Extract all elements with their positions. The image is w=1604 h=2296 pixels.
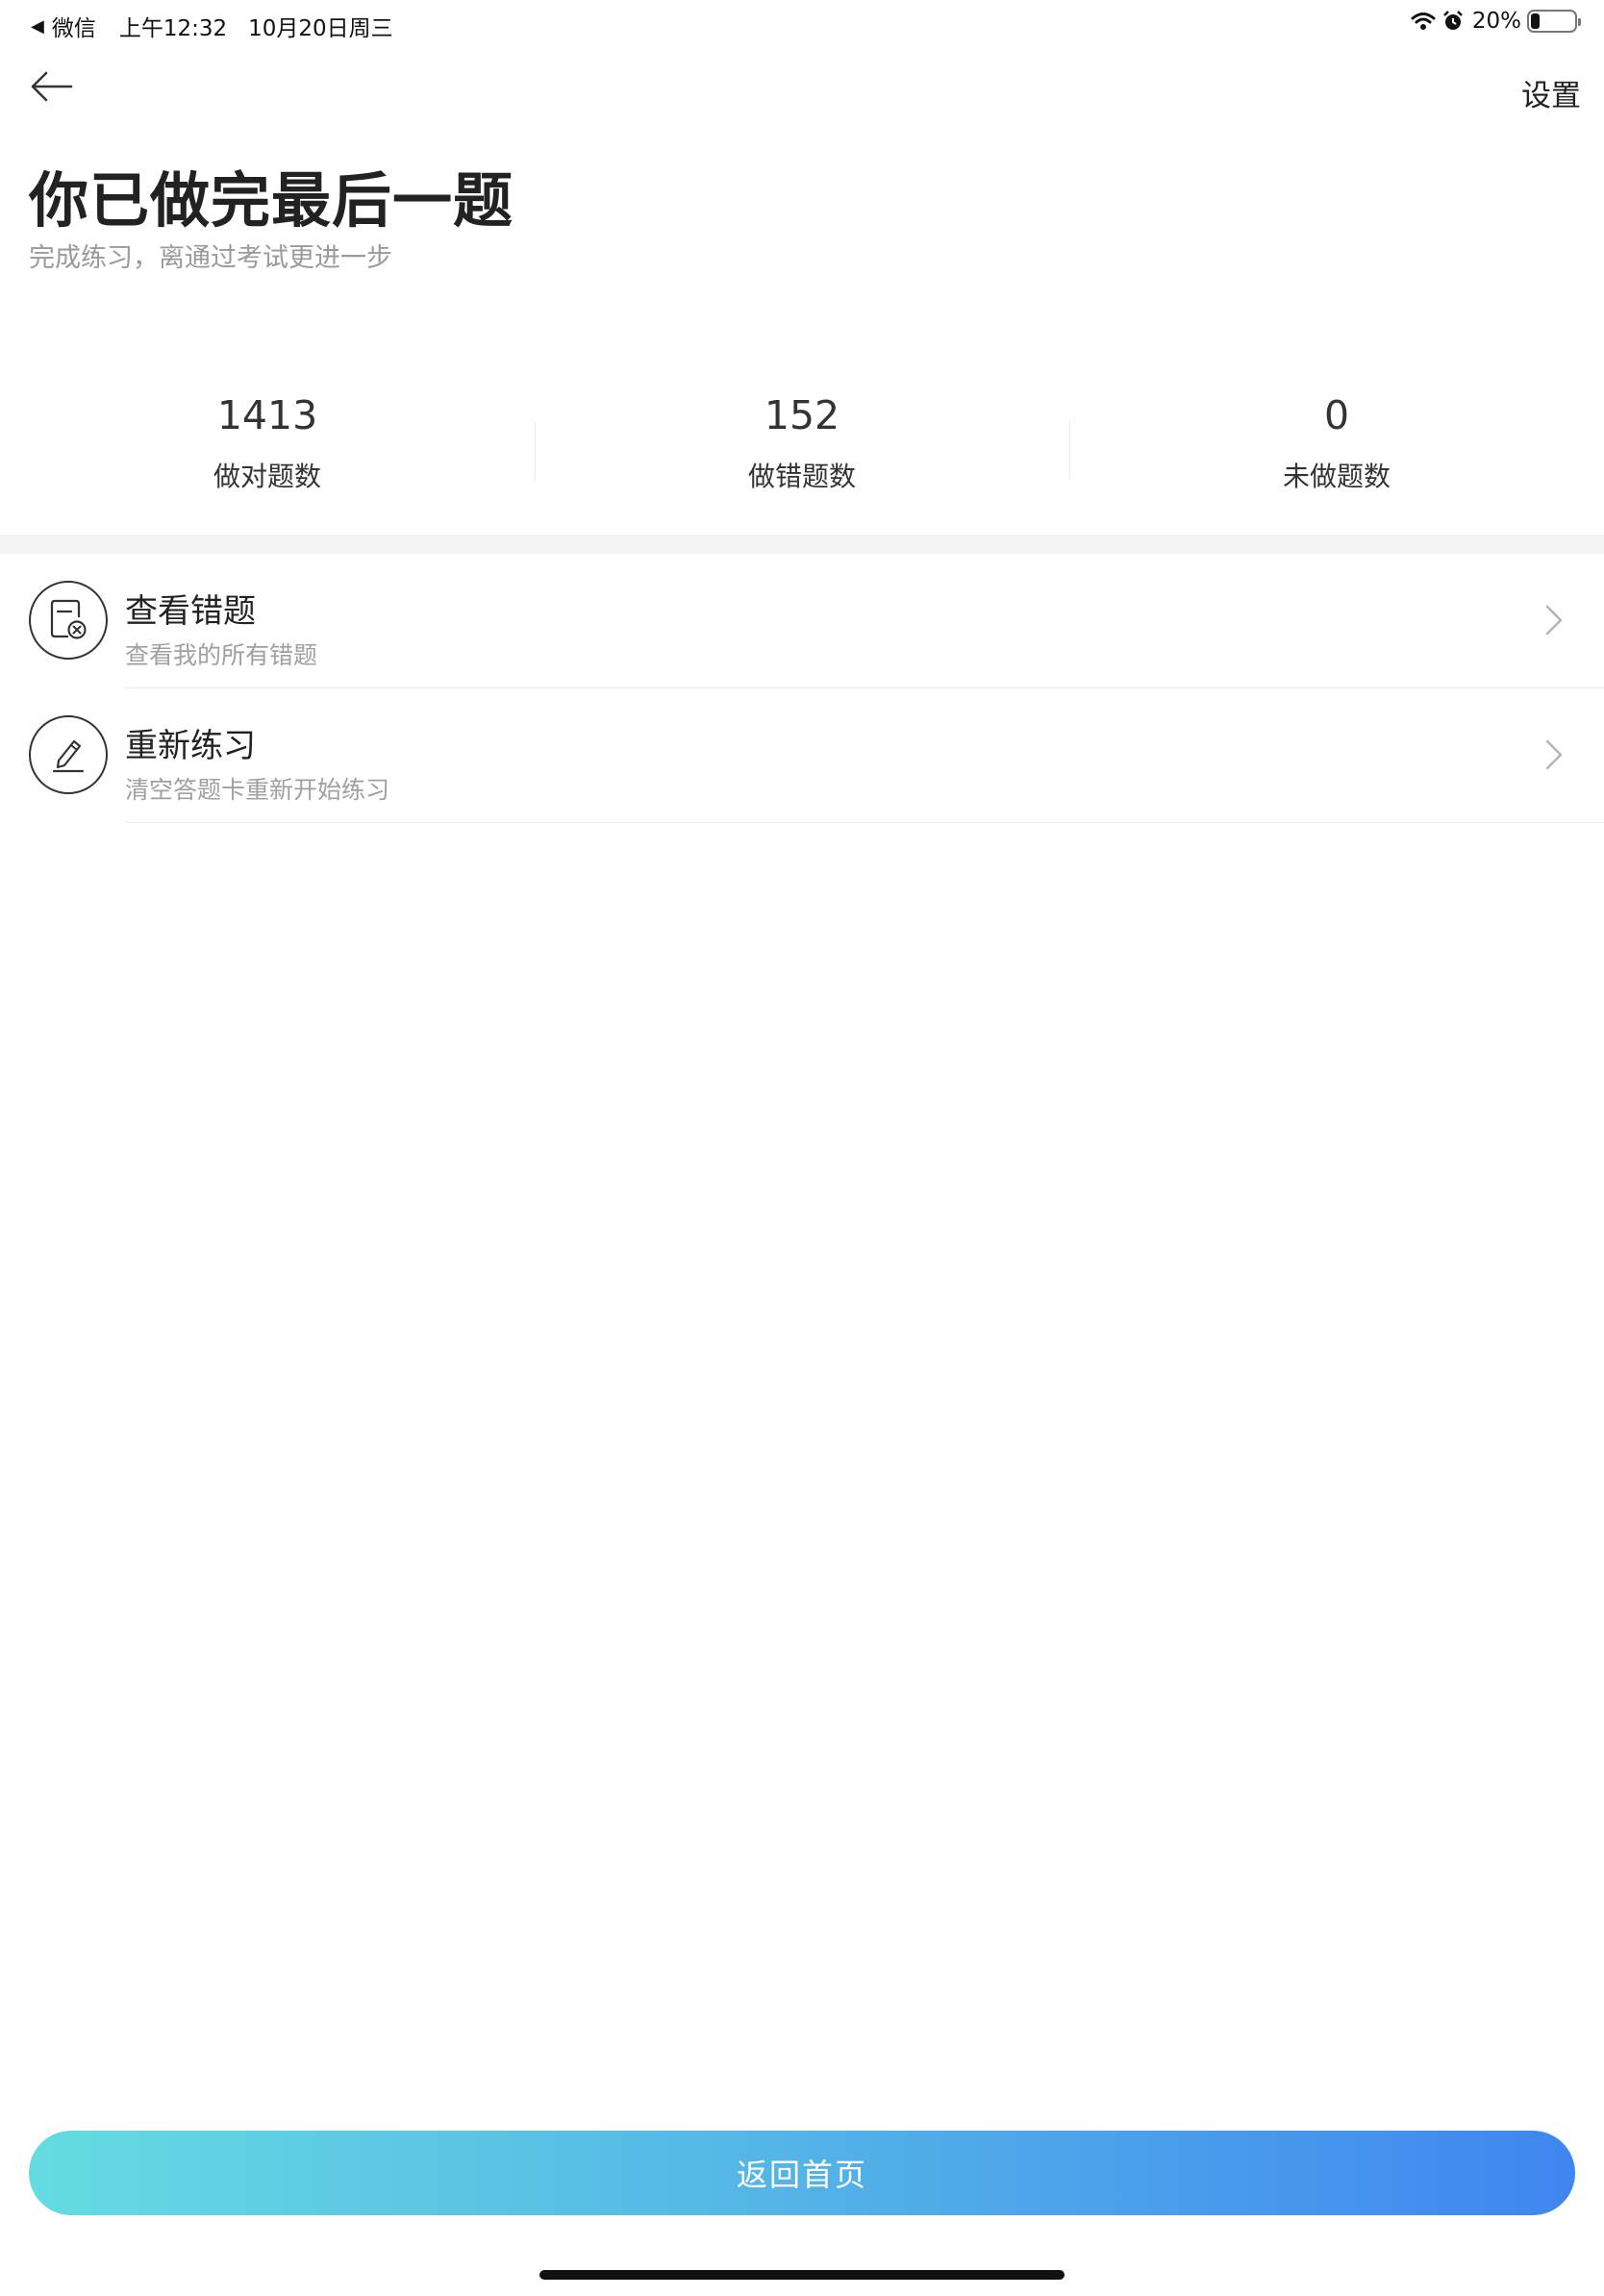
wifi-icon (1411, 12, 1436, 30)
stat-wrong: 152 做错题数 (535, 392, 1069, 527)
stat-correct-value: 1413 (216, 392, 318, 438)
status-bar-right: 20% (1411, 9, 1581, 34)
stat-correct: 1413 做对题数 (0, 392, 535, 527)
battery-icon (1527, 10, 1581, 33)
view-wrong-questions-title: 查看错题 (125, 592, 256, 631)
section-divider (0, 535, 1604, 554)
alarm-icon (1442, 11, 1463, 30)
stat-undone-value: 0 (1323, 392, 1350, 438)
battery-percent: 20% (1471, 9, 1521, 34)
status-bar: ◀ 微信 上午12:32 10月20日周三 20% (0, 0, 1604, 46)
stat-wrong-label: 做错题数 (747, 461, 856, 492)
restart-practice-title: 重新练习 (125, 727, 256, 765)
stat-wrong-value: 152 (764, 392, 840, 438)
battery-fill (1531, 13, 1540, 29)
return-home-button[interactable]: 返回首页 (29, 2131, 1575, 2215)
chevron-right-icon (1545, 605, 1563, 636)
status-time: 上午12:32 (118, 16, 228, 41)
action-list: 查看错题 查看我的所有错题 重新练习 清空答题卡重新开始练习 (0, 554, 1604, 823)
view-wrong-questions-item[interactable]: 查看错题 查看我的所有错题 (0, 554, 1604, 688)
back-to-app-label[interactable]: 微信 (52, 10, 96, 42)
page-subtitle: 完成练习，离通过考试更进一步 (29, 243, 392, 273)
edit-pen-icon (29, 715, 108, 794)
stats-row: 1413 做对题数 152 做错题数 0 未做题数 (0, 392, 1604, 527)
stat-undone: 0 未做题数 (1069, 392, 1604, 527)
list-divider (125, 822, 1604, 823)
status-bar-left: ◀ 微信 上午12:32 10月20日周三 (31, 10, 393, 42)
settings-button[interactable]: 设置 (1521, 71, 1581, 114)
wrong-questions-icon (29, 581, 108, 660)
restart-practice-desc: 清空答题卡重新开始练习 (125, 776, 390, 804)
results-page: ◀ 微信 上午12:32 10月20日周三 20% 设置 你已做完最后一题 完成… (0, 0, 1604, 2296)
view-wrong-questions-desc: 查看我的所有错题 (125, 641, 318, 669)
status-date: 10月20日周三 (248, 16, 393, 41)
arrow-left-icon[interactable] (29, 67, 75, 106)
stat-correct-label: 做对题数 (213, 461, 321, 492)
chevron-right-icon (1545, 739, 1563, 770)
home-indicator (539, 2270, 1065, 2280)
stat-undone-label: 未做题数 (1282, 461, 1391, 492)
restart-practice-item[interactable]: 重新练习 清空答题卡重新开始练习 (0, 688, 1604, 823)
back-to-app-icon[interactable]: ◀ (31, 16, 44, 37)
page-title: 你已做完最后一题 (29, 165, 514, 236)
